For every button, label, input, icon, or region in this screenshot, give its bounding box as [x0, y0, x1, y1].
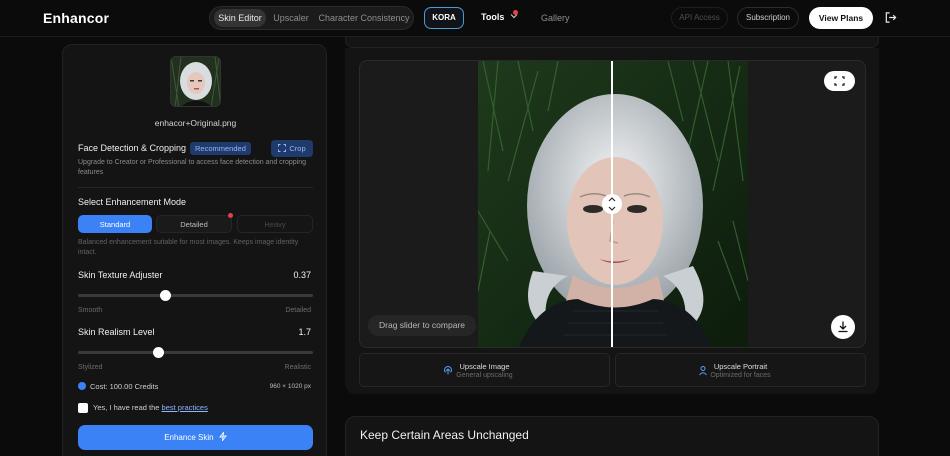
skin-realism-max-label: Realistic: [284, 364, 311, 371]
mode-detailed-button[interactable]: Detailed: [156, 213, 233, 233]
tab-skin-editor[interactable]: Skin Editor: [214, 9, 266, 27]
keep-areas-panel: Keep Certain Areas Unchanged: [345, 416, 879, 456]
top-nav: Enhancor Skin Editor Upscaler Character …: [0, 0, 950, 37]
drag-to-compare-hint: Drag slider to compare: [368, 315, 476, 336]
best-practices-link[interactable]: best practices: [162, 403, 208, 412]
enhance-skin-button[interactable]: Enhance Skin: [78, 425, 313, 450]
upscale-portrait-title: Upscale Portrait: [713, 362, 768, 371]
portrait-image: [478, 61, 748, 347]
skin-texture-slider-handle[interactable]: [159, 290, 171, 301]
mode-heavy-button[interactable]: Heavy: [237, 215, 313, 233]
new-indicator-dot: [228, 213, 233, 218]
tools-label: Tools: [481, 12, 505, 22]
tools-menu[interactable]: Tools: [481, 10, 518, 22]
lightning-icon: [218, 430, 227, 443]
mode-standard-button[interactable]: Standard: [78, 215, 152, 233]
skin-realism-min-label: Stylized: [78, 364, 103, 371]
crop-label: Crop: [289, 144, 306, 153]
output-dimensions: 960 × 1020 px: [269, 383, 311, 390]
skin-realism-slider-handle[interactable]: [152, 347, 164, 358]
enhancement-mode-description: Balanced enhancement suitable for most i…: [78, 239, 299, 256]
skin-realism-label: Skin Realism Level: [78, 327, 155, 337]
skin-texture-value: 0.37: [293, 270, 311, 280]
previous-section-bottom: [345, 37, 879, 48]
crop-button[interactable]: Crop: [271, 140, 313, 157]
face-detection-description: Upgrade to Creator or Professional to ac…: [78, 159, 307, 176]
mode-detailed-label: Detailed: [180, 220, 208, 229]
divider: [78, 187, 313, 188]
nav-gallery[interactable]: Gallery: [541, 13, 570, 23]
tab-character-consistency[interactable]: Character Consistency: [316, 9, 412, 27]
view-plans-button[interactable]: View Plans: [809, 7, 873, 29]
expand-icon[interactable]: [824, 71, 855, 91]
credit-coin-icon: [78, 382, 86, 390]
tools-notification-dot: [513, 10, 518, 15]
skin-realism-value: 1.7: [298, 327, 311, 337]
enhancement-mode-title: Select Enhancement Mode: [78, 197, 187, 207]
brand-logo[interactable]: Enhancor: [43, 10, 109, 26]
keep-areas-title: Keep Certain Areas Unchanged: [360, 428, 529, 442]
agree-text: Yes, I have read the: [93, 403, 160, 412]
skin-texture-slider[interactable]: [78, 290, 313, 301]
crop-icon: [278, 144, 287, 152]
best-practices-agreement: Yes, I have read the best practices: [93, 403, 208, 412]
upscale-portrait-button[interactable]: Upscale Portrait Optimized for faces: [615, 353, 866, 387]
best-practices-checkbox[interactable]: [78, 403, 88, 413]
skin-texture-min-label: Smooth: [78, 307, 103, 314]
upscale-image-button[interactable]: Upscale Image General upscaling: [359, 353, 610, 387]
credit-cost: Cost: 100.00 Credits: [78, 382, 158, 391]
before-after-viewer[interactable]: [359, 60, 866, 348]
kora-button[interactable]: KORA: [424, 7, 464, 29]
credit-cost-text: Cost: 100.00 Credits: [90, 382, 159, 391]
upscale-image-subtitle: General upscaling: [456, 372, 513, 379]
upscale-image-title: Upscale Image: [459, 362, 510, 371]
logout-icon[interactable]: [884, 11, 897, 24]
compare-handle-icon[interactable]: [602, 194, 622, 214]
image-filename: enhacor+Original.png: [154, 118, 237, 128]
face-detection-title: Face Detection & Cropping: [78, 143, 187, 153]
download-icon[interactable]: [831, 315, 855, 339]
editor-tabs: Skin Editor Upscaler Character Consisten…: [209, 6, 414, 30]
subscription-button[interactable]: Subscription: [737, 7, 799, 29]
skin-realism-slider[interactable]: [78, 347, 313, 358]
skin-texture-label: Skin Texture Adjuster: [78, 270, 163, 280]
uploaded-image-thumbnail[interactable]: [170, 56, 221, 107]
skin-editor-panel: enhacor+Original.png Face Detection & Cr…: [62, 44, 327, 456]
upscale-portrait-subtitle: Optimized for faces: [710, 372, 771, 379]
enhance-skin-label: Enhance Skin: [164, 433, 214, 442]
recommended-badge: Recommended: [190, 142, 251, 155]
api-access-button[interactable]: API Access: [671, 7, 728, 29]
tab-upscaler[interactable]: Upscaler: [269, 9, 313, 27]
skin-texture-max-label: Detailed: [285, 307, 311, 314]
